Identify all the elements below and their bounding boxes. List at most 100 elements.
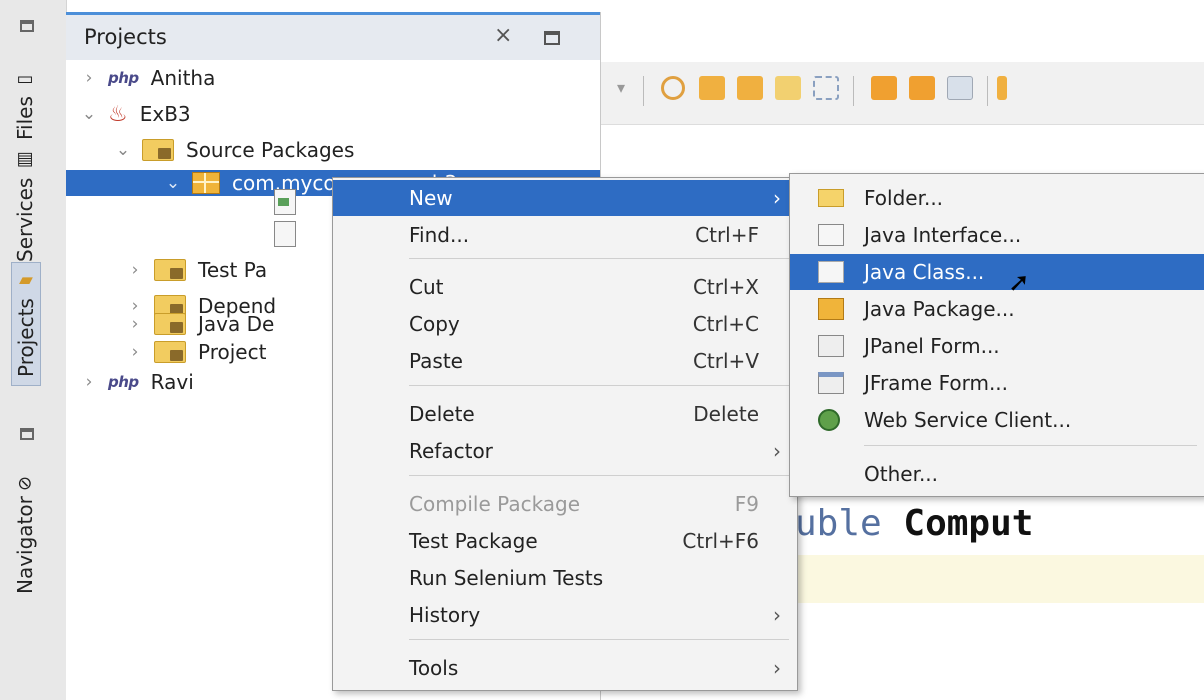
menu-separator	[409, 385, 789, 386]
php-icon: php	[108, 69, 139, 87]
submenu-item-jpanel-form[interactable]: JPanel Form...	[790, 328, 1204, 364]
find-next-icon[interactable]	[737, 76, 763, 100]
submenu-item-other[interactable]: Other...	[790, 456, 1204, 492]
menu-item-run-selenium-tests[interactable]: Run Selenium Tests	[333, 560, 797, 596]
menu-item-cut[interactable]: Cut Ctrl+X	[333, 269, 797, 305]
chevron-right-icon[interactable]: ›	[124, 314, 146, 334]
menu-item-test-package[interactable]: Test Package Ctrl+F6	[333, 523, 797, 559]
toolbar-separator	[853, 76, 854, 106]
chevron-right-icon[interactable]: ›	[124, 260, 146, 280]
submenu-item-java-class[interactable]: Java Class...	[790, 254, 1204, 290]
chevron-down-icon[interactable]: ⌄	[162, 173, 184, 193]
chevron-right-icon[interactable]: ›	[78, 372, 100, 392]
submenu-item-label: Folder...	[864, 186, 944, 210]
menu-item-refactor[interactable]: Refactor ›	[333, 433, 797, 469]
chevron-right-icon: ›	[773, 186, 781, 210]
chevron-right-icon: ›	[773, 603, 781, 627]
folder-icon	[154, 259, 186, 281]
menu-item-label: New	[409, 186, 453, 210]
next-bookmark-icon[interactable]	[909, 76, 935, 100]
tab-services[interactable]: Services ▤	[11, 150, 39, 262]
menu-item-label: Delete	[409, 402, 475, 426]
tab-services-label: Services	[13, 177, 37, 262]
tab-navigator-label: Navigator	[13, 496, 37, 595]
java-package-icon	[818, 298, 844, 320]
tab-projects[interactable]: Projects ▰	[11, 262, 41, 386]
menu-item-delete[interactable]: Delete Delete	[333, 396, 797, 432]
tab-projects-label: Projects	[14, 298, 38, 377]
chevron-right-icon: ›	[773, 656, 781, 680]
window-icon[interactable]	[20, 428, 34, 440]
tree-node-ravi[interactable]: › php Ravi	[78, 364, 194, 400]
web-service-icon	[818, 409, 840, 431]
tree-node-source-packages[interactable]: ⌄ Source Packages	[112, 132, 355, 168]
menu-item-history[interactable]: History ›	[333, 597, 797, 633]
chevron-down-icon[interactable]: ⌄	[112, 140, 134, 160]
menu-item-shortcut: Ctrl+F6	[682, 529, 759, 553]
find-previous-icon[interactable]	[699, 76, 725, 100]
chevron-right-icon: ›	[773, 439, 781, 463]
editor-toolbar: ▾	[601, 62, 1204, 125]
select-rect-icon[interactable]	[813, 76, 839, 100]
tab-files[interactable]: Files ▭	[11, 60, 39, 150]
menu-item-shortcut: Ctrl+C	[692, 312, 759, 336]
shift-left-icon[interactable]	[997, 76, 1007, 100]
submenu-item-folder[interactable]: Folder...	[790, 180, 1204, 216]
submenu-item-label: JFrame Form...	[864, 371, 1009, 395]
menu-item-compile-package[interactable]: Compile Package F9	[333, 486, 797, 522]
duke-icon: ♨	[108, 101, 128, 127]
restore-window-icon[interactable]	[544, 31, 560, 45]
submenu-item-java-package[interactable]: Java Package...	[790, 291, 1204, 327]
projects-title: Projects	[84, 25, 167, 49]
find-icon[interactable]	[661, 76, 685, 100]
tree-node-test-packages[interactable]: › Test Pa	[124, 252, 268, 288]
menu-item-find[interactable]: Find... Ctrl+F	[333, 217, 797, 253]
menu-item-shortcut: F9	[734, 492, 759, 516]
menu-separator	[864, 445, 1197, 446]
tab-navigator[interactable]: Navigator ⊘	[11, 470, 39, 600]
code-keyword: uble	[795, 503, 882, 544]
tree-node-label: Source Packages	[186, 138, 355, 162]
menu-item-shortcut: Ctrl+F	[695, 223, 759, 247]
dropdown-arrow-icon[interactable]: ▾	[617, 78, 625, 97]
tree-node-anitha[interactable]: › php Anitha	[78, 60, 216, 96]
java-interface-icon	[818, 224, 844, 246]
menu-item-shortcut: Ctrl+X	[692, 275, 759, 299]
menu-item-copy[interactable]: Copy Ctrl+C	[333, 306, 797, 342]
projects-icon: ▰	[15, 271, 37, 293]
code-line[interactable]: uble Comput	[795, 503, 1033, 544]
tree-node-java-file[interactable]	[266, 184, 308, 220]
window-icon[interactable]	[20, 20, 34, 32]
toggle-bookmark-icon[interactable]	[947, 76, 973, 100]
close-icon[interactable]: ×	[494, 23, 512, 48]
menu-separator	[409, 258, 789, 259]
projects-header: Projects ×	[66, 12, 600, 60]
toggle-highlight-icon[interactable]	[775, 76, 801, 100]
tree-node-exb3[interactable]: ⌄ ♨ ExB3	[78, 96, 191, 132]
menu-item-shortcut: Delete	[693, 402, 759, 426]
files-icon: ▭	[14, 69, 36, 91]
menu-item-tools[interactable]: Tools ›	[333, 650, 797, 686]
submenu-item-jframe-form[interactable]: JFrame Form...	[790, 365, 1204, 401]
submenu-item-java-interface[interactable]: Java Interface...	[790, 217, 1204, 253]
menu-item-label: Cut	[409, 275, 444, 299]
chevron-right-icon[interactable]: ›	[78, 68, 100, 88]
menu-item-label: Compile Package	[409, 492, 581, 516]
menu-item-label: Paste	[409, 349, 463, 373]
submenu-item-label: Java Class...	[864, 260, 985, 284]
tree-node-label: Test Pa	[198, 258, 268, 282]
menu-item-new[interactable]: New ›	[333, 180, 797, 216]
folder-icon	[154, 341, 186, 363]
submenu-item-web-service-client[interactable]: Web Service Client...	[790, 402, 1204, 438]
menu-item-paste[interactable]: Paste Ctrl+V	[333, 343, 797, 379]
tab-files-label: Files	[13, 96, 37, 141]
previous-bookmark-icon[interactable]	[871, 76, 897, 100]
submenu-item-label: JPanel Form...	[864, 334, 1000, 358]
tree-node-java-file[interactable]	[266, 216, 308, 252]
code-identifier: Comput	[903, 503, 1034, 544]
menu-item-label: Copy	[409, 312, 460, 336]
package-icon	[192, 172, 220, 194]
chevron-right-icon[interactable]: ›	[124, 342, 146, 362]
menu-item-label: History	[409, 603, 481, 627]
chevron-down-icon[interactable]: ⌄	[78, 104, 100, 124]
